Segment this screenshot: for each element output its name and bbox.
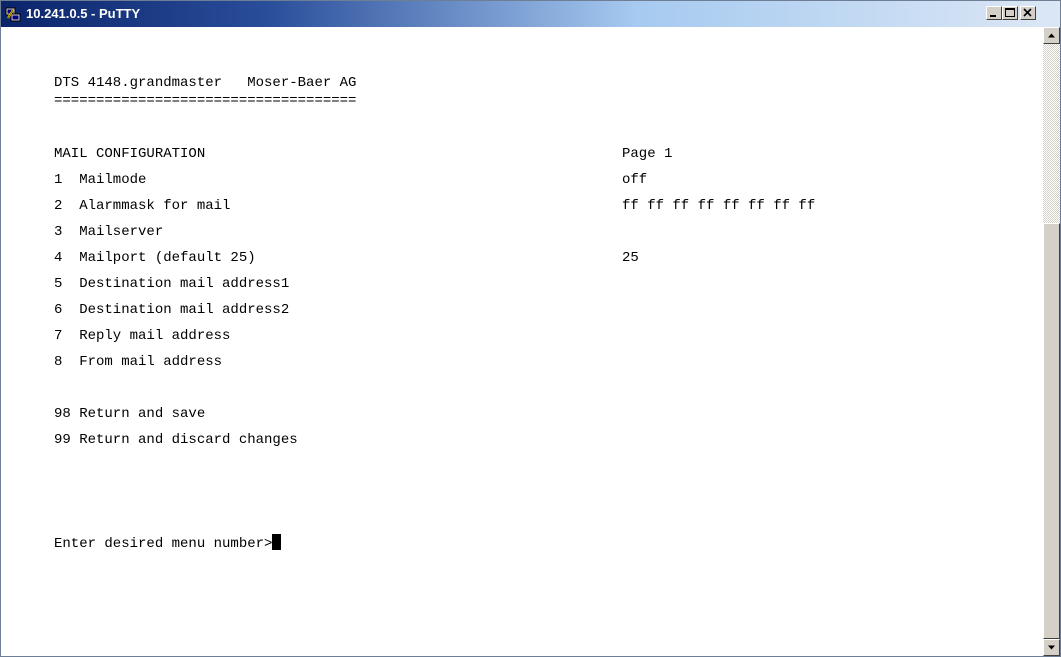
minimize-button[interactable] xyxy=(986,6,1002,20)
menu-action-save: 98 Return and save xyxy=(54,406,206,422)
command-prompt[interactable]: Enter desired menu number> xyxy=(54,531,282,557)
terminal-area[interactable]: DTS 4148.grandmaster Moser-Baer AG =====… xyxy=(1,27,1043,656)
putty-icon[interactable] xyxy=(5,6,21,22)
menu-item-mailport: 4 Mailport (default 25) xyxy=(54,250,256,266)
menu-value-mailport: 25 xyxy=(622,250,639,266)
scroll-down-button[interactable] xyxy=(1043,639,1060,656)
menu-value-mailmode: off xyxy=(622,172,648,188)
maximize-button[interactable] xyxy=(1002,6,1018,20)
menu-action-discard: 99 Return and discard changes xyxy=(54,432,298,448)
window-title: 10.241.0.5 - PuTTY xyxy=(26,6,141,21)
menu-item-from-address: 8 From mail address xyxy=(54,354,223,370)
putty-window: 10.241.0.5 - PuTTY DTS 4148.grandmaster … xyxy=(0,0,1061,657)
text-cursor xyxy=(272,534,282,550)
menu-item-destination1: 5 Destination mail address1 xyxy=(54,276,290,292)
vertical-scrollbar[interactable] xyxy=(1043,27,1060,656)
menu-item-destination2: 6 Destination mail address2 xyxy=(54,302,290,318)
menu-value-alarmmask: ff ff ff ff ff ff ff ff xyxy=(622,198,816,214)
menu-item-mailmode: 1 Mailmode xyxy=(54,172,147,188)
menu-item-mailserver: 3 Mailserver xyxy=(54,224,164,240)
menu-item-reply-address: 7 Reply mail address xyxy=(54,328,231,344)
scroll-thumb[interactable] xyxy=(1043,223,1060,639)
minimize-icon xyxy=(990,15,996,17)
close-button[interactable] xyxy=(1020,6,1036,20)
scroll-up-button[interactable] xyxy=(1043,27,1060,44)
maximize-icon xyxy=(1005,8,1015,17)
title-bar[interactable]: 10.241.0.5 - PuTTY xyxy=(1,1,1060,27)
menu-title: MAIL CONFIGURATION xyxy=(54,146,206,162)
arrow-up-icon xyxy=(1048,33,1055,38)
menu-item-alarmmask: 2 Alarmmask for mail xyxy=(54,198,231,214)
arrow-down-icon xyxy=(1048,645,1055,650)
prompt-text: Enter desired menu number> xyxy=(54,536,273,552)
header-separator: ==================================== xyxy=(54,93,357,109)
close-icon xyxy=(1023,8,1032,17)
page-indicator: Page 1 xyxy=(622,146,673,162)
